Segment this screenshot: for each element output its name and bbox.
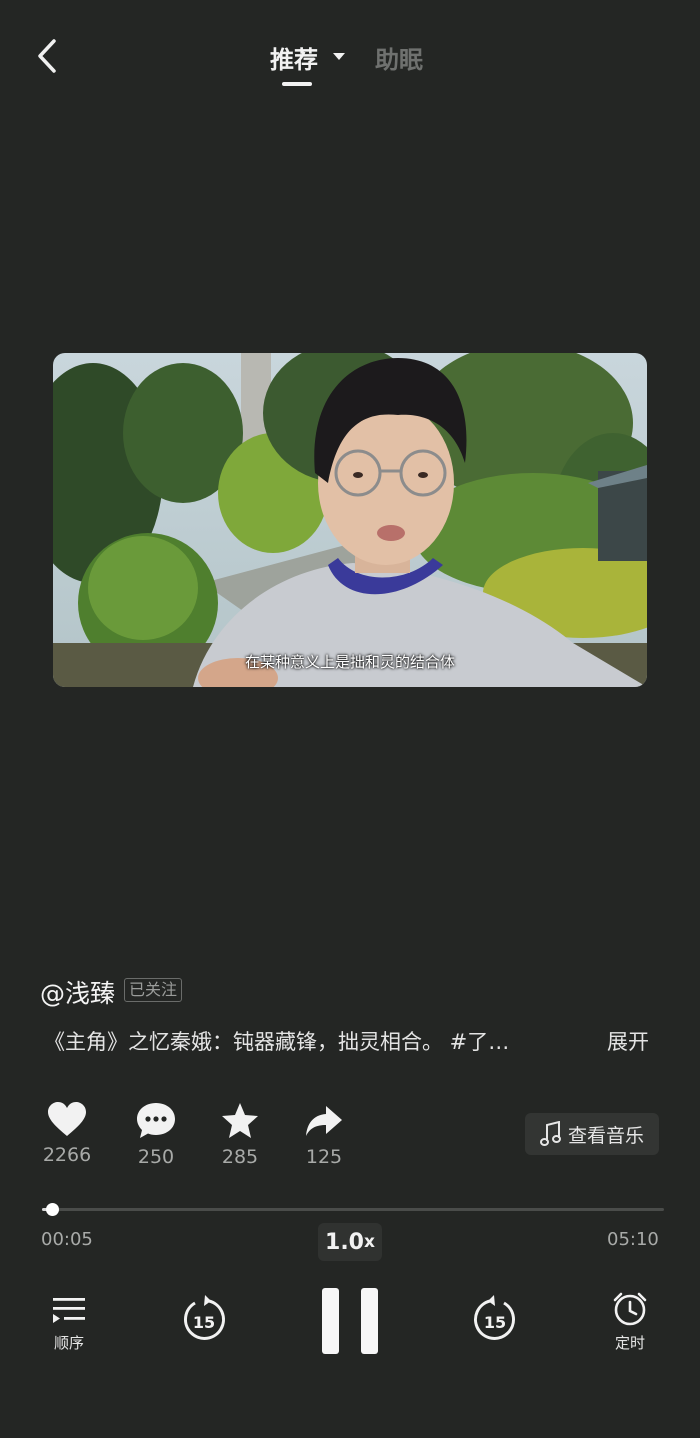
video-player[interactable]: 在某种意义上是拙和灵的结合体	[53, 353, 647, 687]
forward-15-button[interactable]: 15	[472, 1295, 518, 1347]
sleep-timer-label: 定时	[614, 1334, 645, 1352]
tab-sleep[interactable]: 助眠	[375, 40, 423, 75]
playback-speed-button[interactable]: 1.0 x	[318, 1223, 382, 1261]
comment-button[interactable]: 250	[116, 1102, 196, 1168]
heart-icon	[48, 1102, 86, 1136]
progress-thumb[interactable]	[45, 1203, 59, 1216]
favorite-count: 285	[221, 1146, 259, 1168]
favorite-button[interactable]: 285	[200, 1102, 280, 1168]
share-arrow-icon	[306, 1106, 342, 1136]
caret-down-icon[interactable]	[333, 53, 345, 60]
author-name[interactable]: @浅臻	[40, 974, 115, 1010]
sleep-timer-button[interactable]: 定时	[607, 1292, 653, 1353]
current-time: 00:05	[41, 1229, 93, 1250]
expand-button[interactable]: 展开	[607, 1026, 649, 1056]
post-title: 《主角》之忆秦娥：钝器藏锋，拙灵相合。 #了…	[44, 1030, 510, 1054]
view-music-button[interactable]: 查看音乐	[525, 1113, 659, 1155]
tab-bar: 推荐 助眠	[0, 38, 700, 88]
video-frame-image	[53, 353, 647, 687]
follow-status-badge[interactable]: 已关注	[124, 978, 183, 1002]
playlist-order-icon	[53, 1298, 85, 1323]
active-tab-indicator	[282, 82, 312, 86]
pause-button[interactable]	[320, 1287, 380, 1355]
star-icon	[222, 1103, 258, 1138]
video-subtitle: 在某种意义上是拙和灵的结合体	[244, 653, 455, 671]
rewind-15-icon: 15	[184, 1295, 225, 1340]
forward-seconds: 15	[484, 1313, 506, 1332]
pause-icon	[322, 1288, 378, 1354]
comment-icon	[137, 1103, 175, 1138]
progress-track[interactable]	[42, 1208, 664, 1211]
share-button[interactable]: 125	[284, 1102, 364, 1168]
alarm-clock-icon	[613, 1292, 647, 1326]
rewind-seconds: 15	[193, 1313, 215, 1332]
play-order-label: 顺序	[53, 1334, 84, 1352]
forward-15-icon: 15	[474, 1295, 515, 1340]
music-note-icon	[539, 1121, 561, 1146]
comment-count: 250	[137, 1146, 175, 1168]
tab-recommend[interactable]: 推荐	[270, 40, 318, 75]
play-order-button[interactable]: 顺序	[44, 1296, 94, 1353]
view-music-label: 查看音乐	[567, 1124, 644, 1147]
speed-suffix: x	[364, 1232, 375, 1252]
share-count: 125	[305, 1146, 343, 1168]
rewind-15-button[interactable]: 15	[181, 1295, 227, 1347]
like-button[interactable]: 2266	[27, 1102, 107, 1166]
total-time: 05:10	[607, 1229, 659, 1250]
like-count: 2266	[42, 1144, 92, 1166]
speed-value: 1.0	[325, 1229, 364, 1255]
